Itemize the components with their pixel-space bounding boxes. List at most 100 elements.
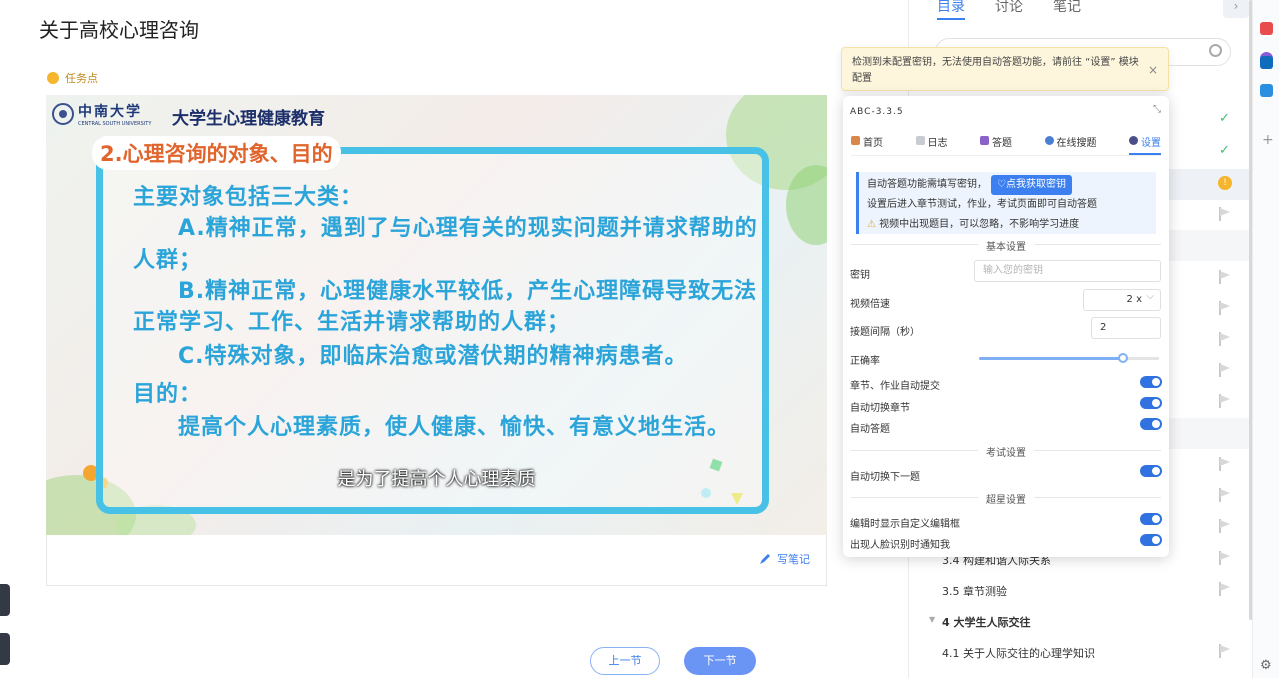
panel-tabs: 首页 日志 答题 在线搜题 设置 [851,134,1161,156]
search-icon [1044,136,1054,145]
info-line-2: 设置后进入章节测试，作业，考试页面即可自动答题 [867,199,1097,210]
tab-log[interactable]: 日志 [915,134,948,155]
video-player[interactable]: 中南大学 CENTRAL SOUTH UNIVERSITY 大学生心理健康教育 … [46,95,827,535]
slide-line: 目的： [133,382,203,407]
page-title: 关于高校心理咨询 [39,18,199,42]
section-exam-label: 考试设置 [978,448,1034,459]
tab-catalog[interactable]: 目录 [937,0,965,20]
catalog-item-label: 4.1 关于人际交往的心理学知识 [942,647,1095,660]
warning-icon: ⚠ [867,219,876,230]
catalog-chapter[interactable]: ▼ 4 大学生人际交往 [909,605,1249,636]
face-notify-toggle[interactable] [1140,534,1162,546]
collapse-sidebar-button[interactable]: › [1223,0,1249,18]
log-icon [915,136,925,145]
task-point-label: 任务点 [65,72,98,85]
outlook-icon[interactable] [1260,56,1273,69]
answer-helper-panel: ABC-3.3.5 ⤡ 首页 日志 答题 在线搜题 设置 自动答题功能需填写密钥… [843,96,1169,557]
browser-side-rail: + ⚙ [1252,0,1279,678]
user-icon [1129,136,1138,145]
side-float-button[interactable] [0,584,10,616]
prev-section-button[interactable]: 上一节 [590,647,660,675]
pencil-icon [760,554,770,564]
task-point-badge: 任务点 [47,70,98,86]
tab-online-search[interactable]: 在线搜题 [1044,134,1097,155]
custom-editor-toggle[interactable] [1140,513,1162,525]
check-icon: ✓ [1219,143,1230,158]
flag-icon [1219,644,1231,658]
tab-online-search-label: 在线搜题 [1056,138,1097,149]
tab-settings-label: 设置 [1141,138,1161,149]
section-basic: 基本设置 [843,238,1169,253]
catalog-item[interactable]: 4.1 关于人际交往的心理学知识 [909,636,1249,667]
section-exam: 考试设置 [843,444,1169,459]
slide-line: 主要对象包括三大类： [133,185,364,210]
add-icon[interactable]: + [1262,132,1274,148]
interval-input[interactable]: 2 [1091,317,1161,339]
accuracy-label: 正确率 [850,356,880,367]
toast-message: 检测到未配置密钥，无法使用自动答题功能，请前往 “设置” 模块配置 [852,57,1139,84]
flag-icon [1219,363,1231,377]
send-icon[interactable] [1260,84,1273,97]
pending-icon: ! [1218,176,1232,190]
warning-toast: 检测到未配置密钥，无法使用自动答题功能，请前往 “设置” 模块配置 × [841,47,1169,91]
tab-notes[interactable]: 笔记 [1053,0,1081,20]
auto-next-label: 自动切换下一题 [850,472,920,483]
speed-select[interactable]: 2 x [1083,287,1161,311]
key-input[interactable]: 输入您的密钥 [974,260,1161,282]
flag-icon [1219,551,1231,565]
slide-line: B.精神正常，心理健康水平较低，产生心理障碍导致无法 [178,279,758,304]
flag-icon [1219,270,1231,284]
panel-version: ABC-3.3.5 [850,107,904,117]
info-box: 自动答题功能需填写密钥， ♡点我获取密钥 设置后进入章节测试，作业，考试页面即可自… [856,172,1156,234]
auto-submit-toggle[interactable] [1140,376,1162,388]
slide-line: C.特殊对象，即临床治愈或潜伏期的精神病患者。 [178,344,688,369]
accuracy-slider-fill [979,357,1123,360]
university-name: 中南大学 [78,104,142,120]
gear-icon[interactable]: ⚙ [1260,658,1272,673]
close-icon[interactable]: × [1148,62,1158,78]
home-icon [851,136,860,145]
tab-answer[interactable]: 答题 [980,134,1012,155]
flag-icon [1219,394,1231,408]
flag-icon [1219,582,1231,596]
app-icon[interactable] [1260,22,1273,35]
tab-discussion[interactable]: 讨论 [995,0,1023,20]
auto-submit-label: 章节、作业自动提交 [850,381,940,392]
flag-icon [1219,332,1231,346]
auto-answer-toggle[interactable] [1140,418,1162,430]
flag-icon [1219,488,1231,502]
slide-heading: 2.心理咨询的对象、目的 [92,136,341,170]
university-name-en: CENTRAL SOUTH UNIVERSITY [78,121,152,127]
check-icon: ✓ [1219,111,1230,126]
tab-home[interactable]: 首页 [851,134,883,155]
auto-switch-chapter-toggle[interactable] [1140,397,1162,409]
auto-next-toggle[interactable] [1140,465,1162,477]
interval-label: 接题间隔（秒） [850,327,920,338]
course-name: 大学生心理健康教育 [172,109,325,129]
chevron-down-icon: ▼ [929,615,936,624]
accuracy-slider-knob[interactable] [1118,353,1128,363]
side-float-button[interactable] [0,633,10,665]
section-basic-label: 基本设置 [978,242,1034,253]
chapter-label: 4 大学生人际交往 [942,616,1031,629]
catalog-item[interactable]: 3.5 章节测验 [909,574,1249,605]
slide-line: 正常学习、工作、生活并请求帮助的人群； [133,310,571,335]
info-line-1: 自动答题功能需填写密钥， [867,179,987,190]
write-note-button[interactable]: 写笔记 [759,551,810,567]
flag-icon [1219,457,1231,471]
tab-settings[interactable]: 设置 [1129,134,1161,155]
accuracy-slider[interactable] [979,353,1159,363]
next-section-button[interactable]: 下一节 [684,647,756,675]
custom-editor-label: 编辑时显示自定义编辑框 [850,519,960,530]
answer-icon [980,136,989,145]
sidebar-tabs: 目录 讨论 笔记 [937,0,1081,20]
get-key-label: 点我获取密钥 [1005,179,1066,190]
tab-log-label: 日志 [927,138,948,149]
catalog-item-label: 3.5 章节测验 [942,585,1007,598]
tab-answer-label: 答题 [992,138,1012,149]
shrink-icon[interactable]: ⤡ [1153,104,1161,115]
get-key-button[interactable]: ♡点我获取密钥 [991,175,1072,195]
tab-home-label: 首页 [863,138,883,149]
slide-line: A.精神正常，遇到了与心理有关的现实问题并请求帮助的 [178,216,758,241]
task-dot-icon [47,72,59,84]
